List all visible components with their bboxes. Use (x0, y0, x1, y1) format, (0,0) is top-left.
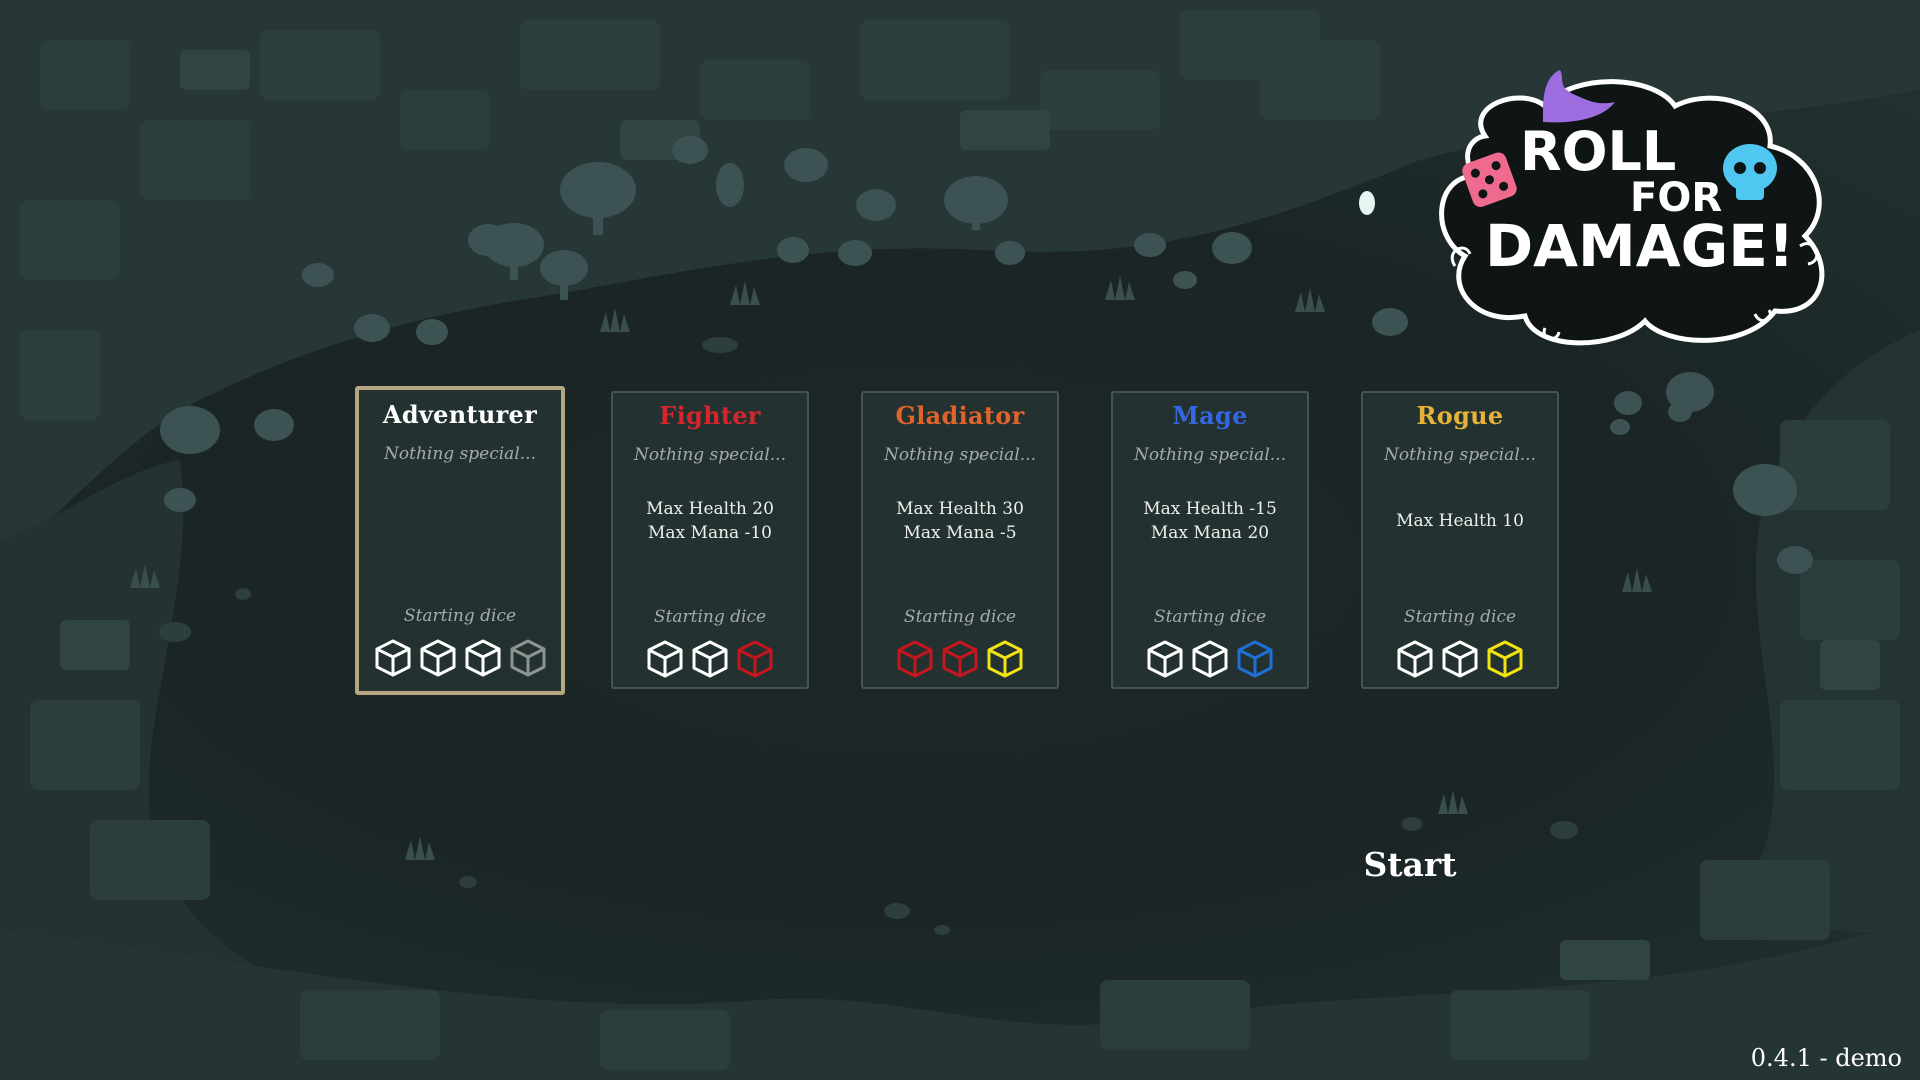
starting-dice-label: Starting dice (1403, 607, 1517, 627)
die-icon-white (420, 639, 455, 677)
starting-dice (359, 638, 561, 678)
logo-line-1: ROLL (1520, 120, 1676, 183)
die-icon-white (1397, 640, 1433, 678)
class-description: Nothing special... (384, 444, 536, 464)
die-icon-blue (1237, 640, 1273, 678)
die-icon-white (1147, 640, 1183, 678)
class-name: Mage (1172, 401, 1248, 430)
class-stat-line: Max Health 10 (1396, 511, 1524, 531)
die-icon-white (692, 640, 728, 678)
starting-dice-label: Starting dice (653, 607, 767, 627)
class-name: Gladiator (895, 401, 1025, 430)
class-description: Nothing special... (1384, 445, 1536, 465)
class-card-fighter[interactable]: Fighter Nothing special... Max Health 20… (611, 391, 809, 689)
starting-dice-label: Starting dice (1153, 607, 1267, 627)
die-icon-white (375, 639, 410, 677)
die-icon-white (465, 639, 500, 677)
class-description: Nothing special... (1134, 445, 1286, 465)
class-stat-line: Max Health 30 (896, 499, 1024, 519)
start-button[interactable]: Start (1355, 843, 1465, 887)
class-description: Nothing special... (884, 445, 1036, 465)
class-name: Adventurer (382, 400, 538, 429)
starting-dice-label: Starting dice (903, 607, 1017, 627)
class-stats (359, 490, 561, 546)
class-stats: Max Health -15 Max Mana 20 (1113, 493, 1307, 549)
die-icon-white (647, 640, 683, 678)
die-icon-red (897, 640, 933, 678)
die-icon-white (1442, 640, 1478, 678)
class-card-gladiator[interactable]: Gladiator Nothing special... Max Health … (861, 391, 1059, 689)
game-screen: ROLL FOR DAMAGE! Adventurer Nothing spec… (0, 0, 1920, 1080)
game-logo: ROLL FOR DAMAGE! (1425, 66, 1845, 356)
class-stats: Max Health 20 Max Mana -10 (613, 493, 807, 549)
starting-dice (1363, 639, 1557, 679)
class-name: Fighter (659, 401, 761, 430)
class-stats: Max Health 30 Max Mana -5 (863, 493, 1057, 549)
starting-dice-label: Starting dice (403, 606, 517, 626)
class-stat-line: Max Mana 20 (1150, 523, 1270, 543)
die-icon-yellow (987, 640, 1023, 678)
starting-dice (1113, 639, 1307, 679)
starting-dice (613, 639, 807, 679)
class-name: Rogue (1416, 401, 1504, 430)
die-icon-red (737, 640, 773, 678)
class-card-adventurer[interactable]: Adventurer Nothing special... Starting d… (355, 386, 565, 695)
version-label: 0.4.1 - demo (1750, 1044, 1902, 1072)
class-stat-line: Max Mana -5 (903, 523, 1017, 543)
class-stat-line: Max Mana -10 (648, 523, 772, 543)
class-card-mage[interactable]: Mage Nothing special... Max Health -15 Ma… (1111, 391, 1309, 689)
class-stat-line: Max Health -15 (1143, 499, 1277, 519)
class-description: Nothing special... (634, 445, 786, 465)
die-icon-yellow (1487, 640, 1523, 678)
die-icon-red (942, 640, 978, 678)
class-stats: Max Health 10 (1363, 493, 1557, 549)
die-icon-white (1192, 640, 1228, 678)
class-stat-line: Max Health 20 (646, 499, 774, 519)
die-icon-gray (510, 639, 545, 677)
logo-line-3: DAMAGE! (1485, 212, 1794, 280)
starting-dice (863, 639, 1057, 679)
class-card-rogue[interactable]: Rogue Nothing special... Max Health 10 S… (1361, 391, 1559, 689)
